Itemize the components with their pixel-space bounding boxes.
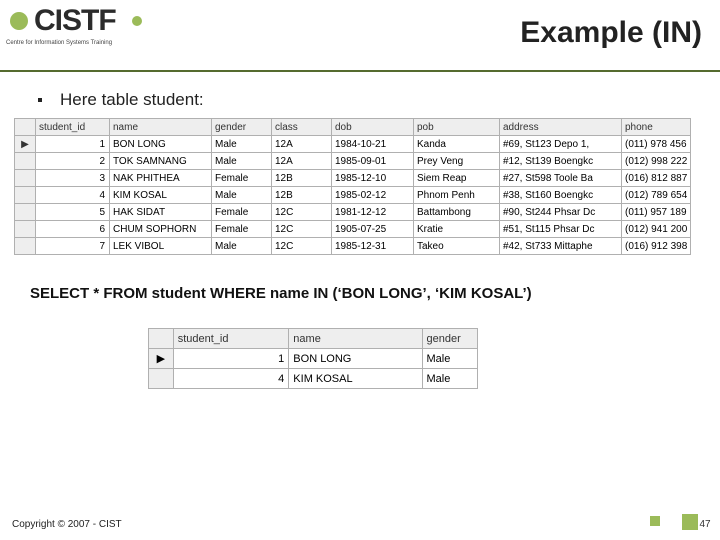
sql-statement: SELECT * FROM student WHERE name IN (‘BO… (30, 285, 700, 302)
row-selector-header (149, 329, 174, 349)
col-student-id: student_id (36, 119, 110, 136)
col-name: name (110, 119, 212, 136)
bullet-text: Here table student: (60, 90, 204, 109)
table-header-row: student_id name gender (149, 329, 478, 349)
table-header-row: student_id name gender class dob pob add… (15, 119, 691, 136)
col-name: name (289, 329, 422, 349)
table-row: ▶1BON LONGMale12A1984-10-21Kanda#69, St1… (15, 136, 691, 153)
col-address: address (500, 119, 622, 136)
logo: CISTF Centre for Information Systems Tra… (6, 4, 176, 62)
logo-text: CISTF (34, 4, 116, 38)
col-gender: gender (422, 329, 477, 349)
col-phone: phone (622, 119, 691, 136)
copyright-text: Copyright © 2007 - CIST (12, 519, 122, 530)
slide-footer: Copyright © 2007 - CIST 47 (0, 512, 720, 532)
student-table: student_id name gender class dob pob add… (14, 118, 691, 255)
footer-square-icon (650, 516, 660, 526)
table-row: ▶1BON LONGMale (149, 349, 478, 369)
slide-title: Example (IN) (520, 16, 702, 50)
table-row: 2TOK SAMNANGMale12A1985-09-01Prey Veng#1… (15, 153, 691, 170)
result-table: student_id name gender ▶1BON LONGMale 4K… (148, 328, 478, 389)
table-row: 7LEK VIBOLMale12C1985-12-31Takeo#42, St7… (15, 238, 691, 255)
col-dob: dob (332, 119, 414, 136)
slide-content: Here table student: student_id name gend… (0, 72, 720, 389)
logo-subtitle: Centre for Information Systems Training (6, 40, 112, 46)
bullet-dot-icon (38, 98, 42, 102)
table-row: 4KIM KOSALMale (149, 369, 478, 389)
col-pob: pob (414, 119, 500, 136)
slide-header: CISTF Centre for Information Systems Tra… (0, 0, 720, 72)
table-row: 3NAK PHITHEAFemale12B1985-12-10Siem Reap… (15, 170, 691, 187)
page-number: 47 (696, 519, 714, 530)
row-selector-icon: ▶ (149, 349, 174, 369)
col-student-id: student_id (173, 329, 289, 349)
table-row: 4KIM KOSALMale12B1985-02-12Phnom Penh#38… (15, 187, 691, 204)
result-table-wrap: student_id name gender ▶1BON LONGMale 4K… (148, 328, 478, 389)
row-selector-header (15, 119, 36, 136)
col-gender: gender (212, 119, 272, 136)
table-row: 5HAK SIDATFemale12C1981-12-12Battambong#… (15, 204, 691, 221)
row-selector-icon: ▶ (15, 136, 36, 153)
bullet-item: Here table student: (38, 90, 700, 110)
col-class: class (272, 119, 332, 136)
table-row: 6CHUM SOPHORNFemale12C1905-07-25Kratie#5… (15, 221, 691, 238)
